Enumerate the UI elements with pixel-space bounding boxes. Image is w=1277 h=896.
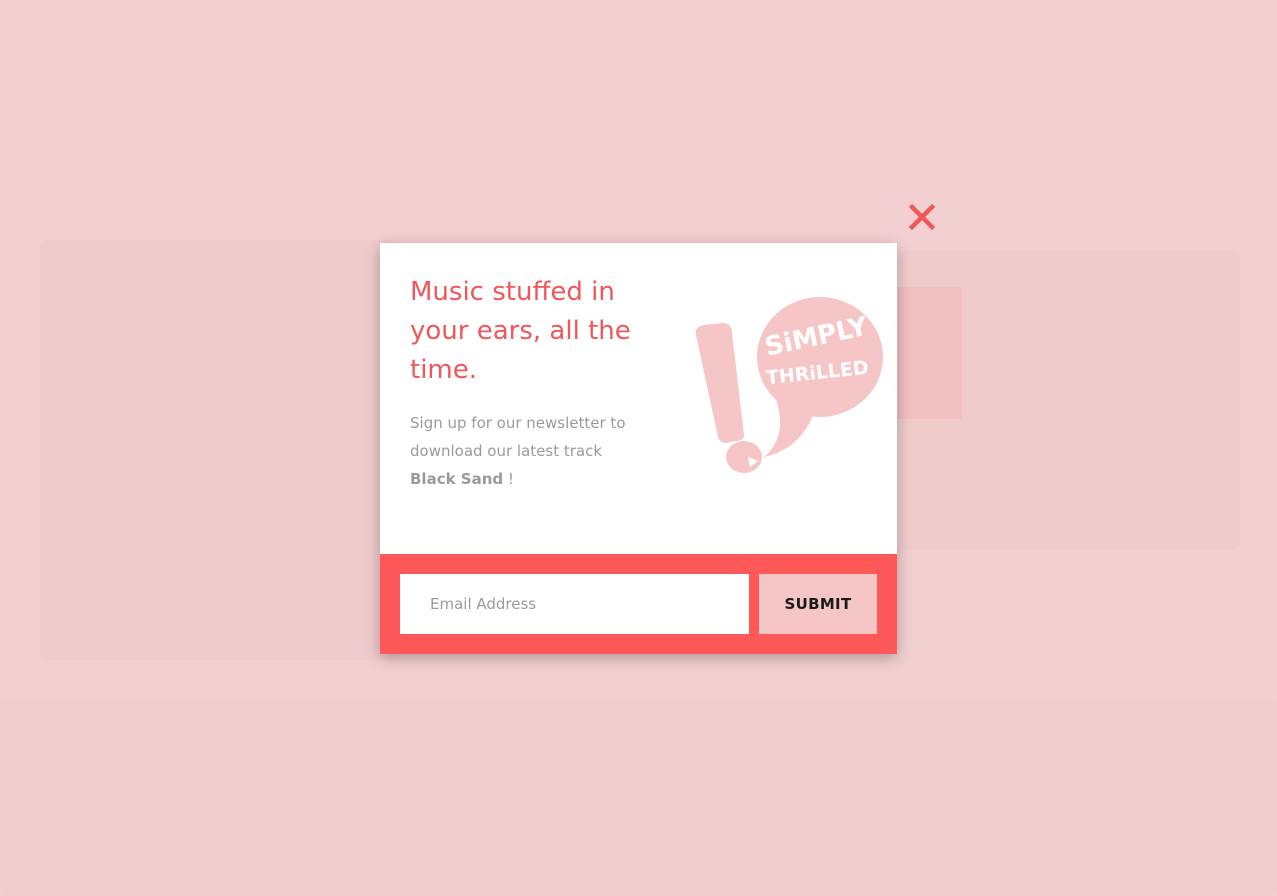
email-field[interactable] <box>400 574 749 634</box>
signup-form: SUBMIT <box>380 554 897 654</box>
description-suffix: ! <box>503 470 514 488</box>
background-building-shape <box>40 240 400 660</box>
simply-thrilled-logo: SiMPLY THRiLLED <box>692 287 884 479</box>
submit-button[interactable]: SUBMIT <box>759 574 877 634</box>
close-button[interactable] <box>906 201 938 233</box>
close-icon <box>908 203 936 231</box>
newsletter-modal: Music stuffed in your ears, all the time… <box>380 243 897 654</box>
modal-headline: Music stuffed in your ears, all the time… <box>410 277 631 385</box>
modal-content: Music stuffed in your ears, all the time… <box>380 243 897 554</box>
background-ground-shape <box>0 700 1277 896</box>
description-text: Sign up for our newsletter to download o… <box>410 414 626 460</box>
modal-description: Sign up for our newsletter to download o… <box>410 409 650 493</box>
track-name: Black Sand <box>410 470 504 488</box>
